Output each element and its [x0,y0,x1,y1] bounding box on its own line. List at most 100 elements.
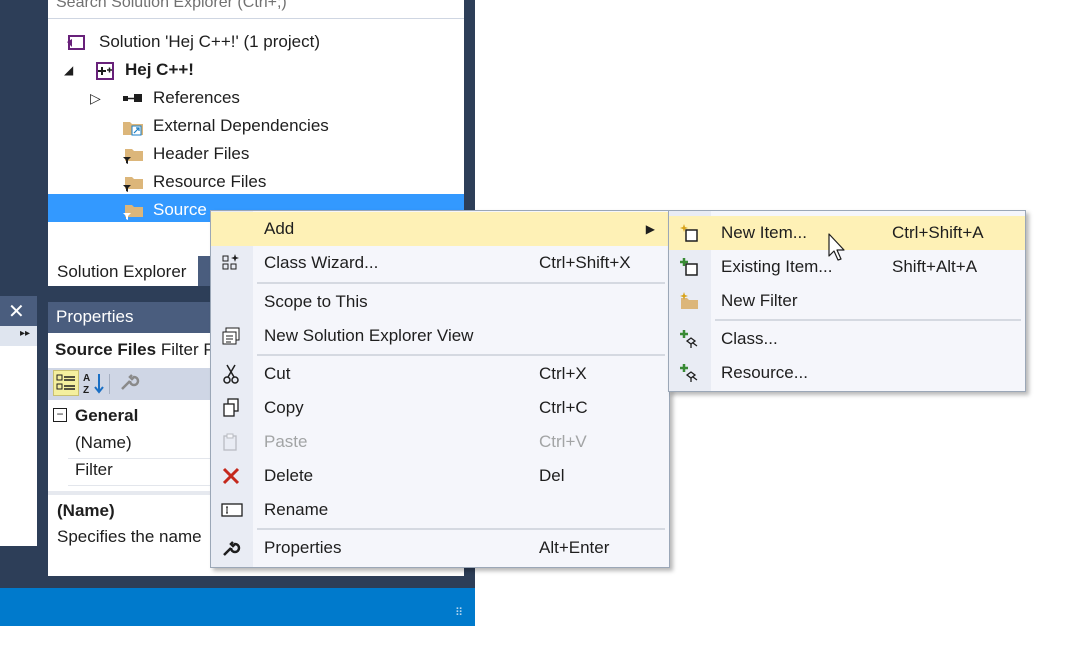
rename-icon [221,500,243,520]
property-pages-icon[interactable] [118,371,140,398]
wrench-icon [221,538,241,558]
properties-object-type: Filter P [160,340,215,359]
menu-item-label: Class... [721,329,778,348]
tree-item-external-dependencies[interactable]: External Dependencies [60,112,460,140]
menu-item-copy[interactable]: Copy Ctrl+C [211,391,669,425]
menu-item-label: Cut [264,364,291,383]
menu-item-class[interactable]: Class... [669,322,1025,356]
menu-item-label: Delete [264,466,314,485]
solution-icon [66,33,85,51]
menu-item-shortcut: Ctrl+Shift+A [892,223,984,242]
tree-item-label: Header Files [153,144,250,163]
menu-item-add[interactable]: Add ▶ [211,212,669,246]
tree-item-resource-files[interactable]: Resource Files [60,168,460,196]
menu-item-new-solution-explorer-view[interactable]: New Solution Explorer View [211,319,669,353]
class-wizard-icon [221,253,241,273]
menu-item-label: Rename [264,500,329,519]
close-icon[interactable]: ✕ [8,299,25,324]
menu-item-properties[interactable]: Properties Alt+Enter [211,531,669,565]
filter-folder-icon [122,145,143,164]
toolbar-separator [109,374,110,394]
tree-item-references[interactable]: ▷ References [60,84,460,112]
references-icon [122,89,142,107]
add-resource-icon [679,363,699,383]
menu-item-label: Paste [264,432,308,451]
menu-item-label: Class Wizard... [264,253,379,272]
tree-item-label: Resource Files [153,172,267,191]
svg-text:Z: Z [83,385,89,395]
tab-solution-explorer-label: Solution Explorer [57,262,187,281]
resize-grip-icon[interactable]: ⠿ [455,606,469,620]
expanded-arrow-icon[interactable]: ◢ [64,56,73,84]
paste-icon [221,432,241,452]
status-bar [0,588,475,626]
cut-icon [221,364,241,384]
collapse-category-icon[interactable]: − [53,408,67,422]
menu-item-label: New Item... [721,223,807,242]
category-general[interactable]: General [75,406,138,426]
properties-title: Properties [56,307,134,326]
tree-item-label: References [153,88,240,107]
left-panel-toolbar [0,326,37,346]
menu-item-shortcut: Del [539,466,565,485]
menu-item-label: New Filter [721,291,798,310]
tree-item-source-files[interactable]: Source Fil [60,196,210,224]
overflow-arrows-icon[interactable]: ▸▸ [20,328,30,339]
cpp-project-icon [95,61,114,80]
new-filter-icon [679,291,699,311]
alphabetical-icon[interactable]: AZ [82,371,108,398]
filter-folder-icon [122,173,143,192]
tree-item-label: Solution 'Hej C++!' (1 project) [99,32,320,51]
menu-item-shortcut: Alt+Enter [539,538,610,557]
property-name-row[interactable]: (Name) [75,433,132,453]
filter-folder-icon [122,201,143,220]
properties-object-selector[interactable]: Source Files Filter P [55,340,215,360]
menu-item-rename[interactable]: Rename [211,493,669,527]
menu-item-class-wizard[interactable]: Class Wizard... Ctrl+Shift+X [211,246,669,280]
menu-item-shortcut: Ctrl+V [539,432,587,451]
solution-explorer-search[interactable]: Search Solution Explorer (Ctrl+;) [48,0,464,19]
menu-item-label: Resource... [721,363,808,382]
delete-icon [221,466,241,486]
external-deps-folder-icon [122,117,143,136]
add-class-icon [679,329,699,349]
search-input[interactable]: Search Solution Explorer (Ctrl+;) [56,0,287,12]
menu-separator [257,528,665,530]
description-text: Specifies the name [57,527,202,546]
property-filter-label: Filter [75,460,113,479]
categorized-icon[interactable] [53,370,79,396]
menu-separator [257,282,665,284]
left-panel-body [0,346,37,546]
copy-icon [221,398,241,418]
tree-item-header-files[interactable]: Header Files [60,140,460,168]
mouse-cursor-icon [828,233,848,263]
existing-item-icon [679,257,699,277]
menu-item-shortcut: Ctrl+Shift+X [539,253,631,272]
menu-item-resource[interactable]: Resource... [669,356,1025,390]
menu-item-shortcut: Shift+Alt+A [892,257,978,276]
menu-item-new-filter[interactable]: New Filter [669,284,1025,318]
menu-item-shortcut: Ctrl+C [539,398,588,417]
menu-item-label: Copy [264,398,304,417]
collapsed-arrow-icon[interactable]: ▷ [90,84,101,112]
menu-item-scope-to-this[interactable]: Scope to This [211,285,669,319]
context-menu: Add ▶ Class Wizard... Ctrl+Shift+X Scope… [210,210,670,568]
menu-item-shortcut: Ctrl+X [539,364,587,383]
submenu-arrow-icon: ▶ [645,222,655,236]
tree-item-label: Source Fil [153,200,210,219]
tree-item-project[interactable]: ◢ Hej C++! [60,56,460,84]
menu-item-label: Add [264,219,295,238]
menu-separator [715,319,1021,321]
menu-item-label: Scope to This [264,292,368,311]
tree-item-solution[interactable]: Solution 'Hej C++!' (1 project) [60,28,460,56]
menu-item-label: New Solution Explorer View [264,326,474,345]
tree-item-label: Hej C++! [125,60,194,79]
properties-object-name: Source Files [55,340,157,359]
svg-text:A: A [83,373,90,384]
menu-item-paste[interactable]: Paste Ctrl+V [211,425,669,459]
menu-item-label: Existing Item... [721,257,833,276]
menu-item-delete[interactable]: Delete Del [211,459,669,493]
menu-item-cut[interactable]: Cut Ctrl+X [211,357,669,391]
description-title: (Name) [57,501,115,520]
menu-separator [257,354,665,356]
